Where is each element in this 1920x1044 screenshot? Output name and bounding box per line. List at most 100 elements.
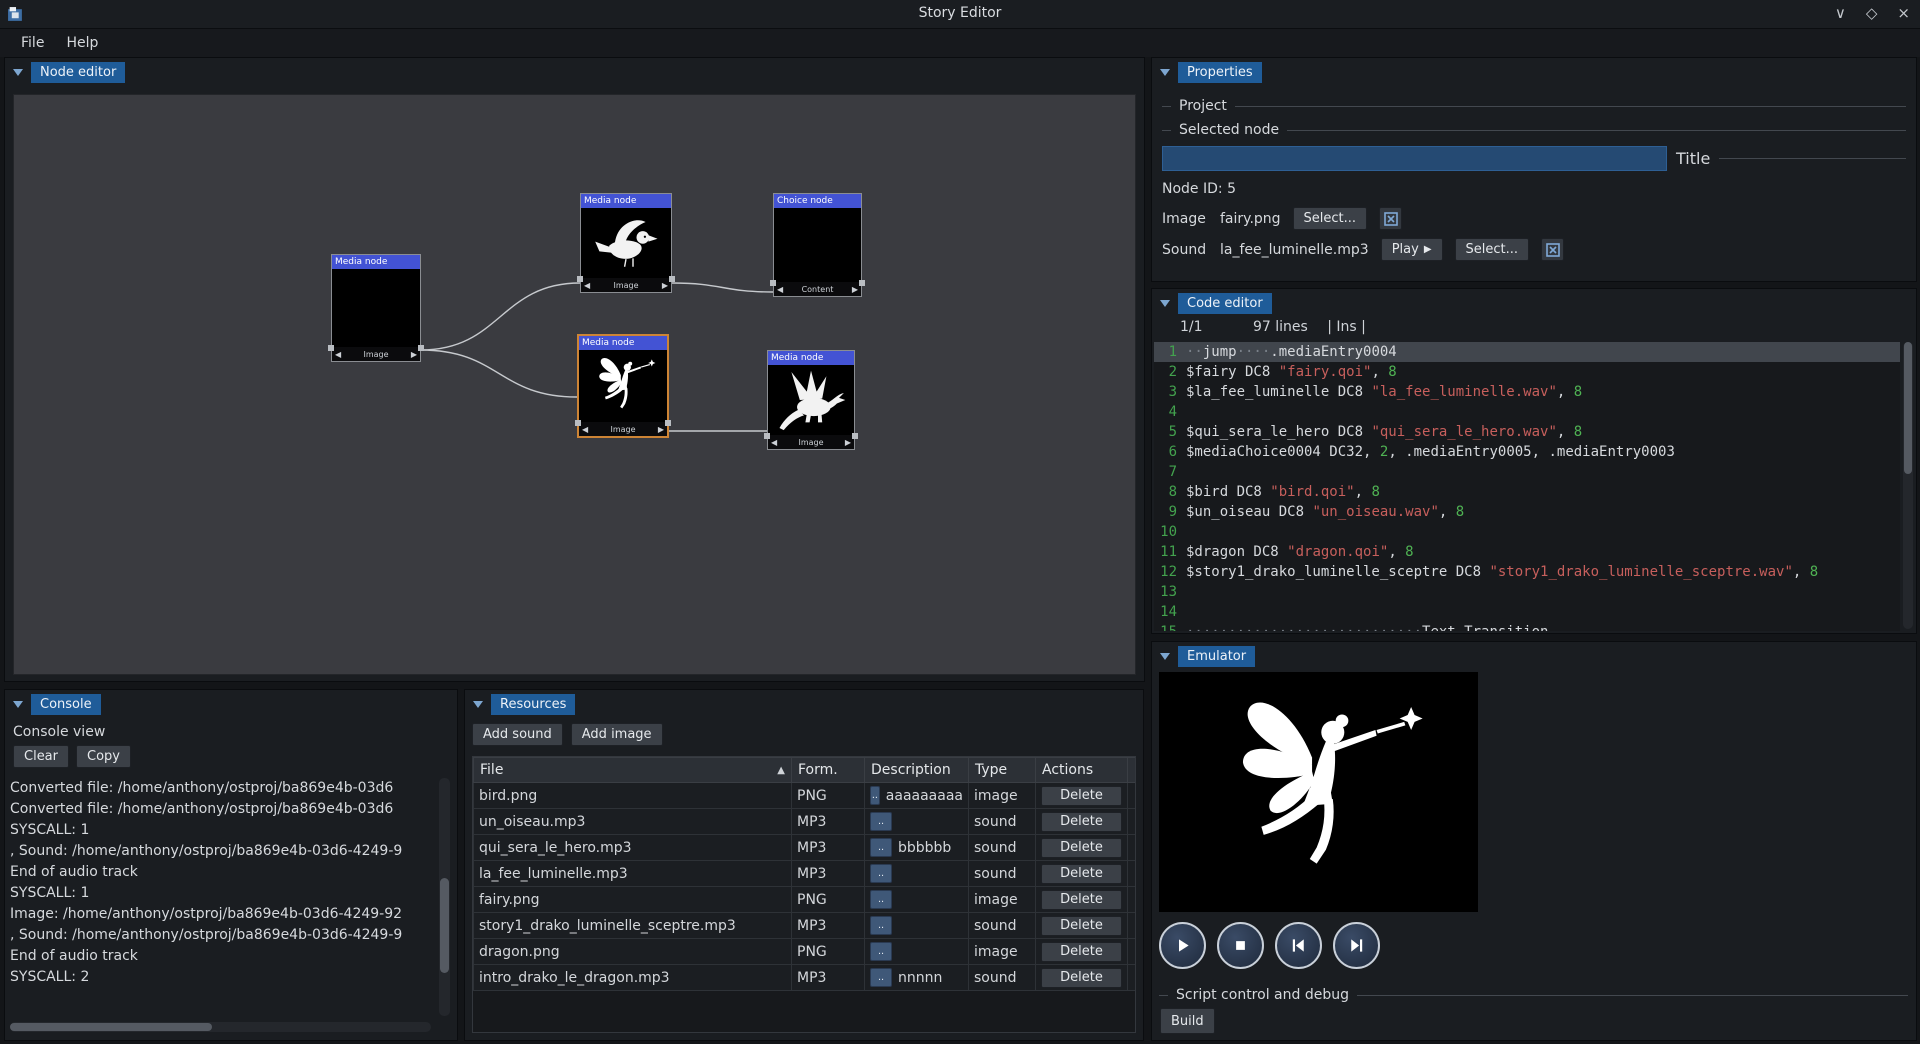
edit-description-button[interactable]: ..	[870, 942, 892, 961]
console-hscrollbar[interactable]	[10, 1022, 431, 1032]
code-line[interactable]: 5$qui_sera_le_hero DC8 "qui_sera_le_hero…	[1154, 422, 1900, 442]
output-pin[interactable]	[852, 433, 858, 439]
skip-back-button[interactable]	[1275, 922, 1322, 969]
add-image-button[interactable]: Add image	[571, 723, 663, 746]
graph-node[interactable]: Media node◀Image▶	[577, 334, 669, 438]
delete-button[interactable]: Delete	[1041, 838, 1122, 858]
collapse-icon[interactable]	[1160, 300, 1170, 307]
add-sound-button[interactable]: Add sound	[472, 723, 563, 746]
input-pin[interactable]	[770, 280, 776, 286]
table-row[interactable]: bird.pngPNG..aaaaaaaaaimageDelete	[474, 783, 1137, 809]
code-lines[interactable]: 1··jump····.mediaEntry00042$fairy DC8 "f…	[1154, 342, 1900, 631]
maximize-icon[interactable]: ◇	[1866, 4, 1878, 22]
table-row[interactable]: story1_drako_luminelle_sceptre.mp3MP3..s…	[474, 913, 1137, 939]
collapse-icon[interactable]	[13, 701, 23, 708]
play-button[interactable]	[1159, 922, 1206, 969]
scrollbar-thumb[interactable]	[1904, 342, 1912, 474]
output-pin[interactable]	[418, 345, 424, 351]
code-line[interactable]: 8$bird DC8 "bird.qoi", 8	[1154, 482, 1900, 502]
stop-button[interactable]	[1217, 922, 1264, 969]
column-header-description[interactable]: Description	[865, 758, 969, 783]
code-vscrollbar[interactable]	[1903, 342, 1913, 629]
table-row[interactable]: fairy.pngPNG..imageDelete	[474, 887, 1137, 913]
input-pin[interactable]	[575, 420, 581, 426]
code-line[interactable]: 15····························Text Trans…	[1154, 622, 1900, 631]
column-header-format[interactable]: Form.	[792, 758, 865, 783]
delete-button[interactable]: Delete	[1041, 812, 1122, 832]
collapse-icon[interactable]	[1160, 653, 1170, 660]
table-row[interactable]: la_fee_luminelle.mp3MP3..soundDelete	[474, 861, 1137, 887]
scrollbar-thumb[interactable]	[440, 878, 449, 973]
clear-button[interactable]: Clear	[13, 745, 69, 768]
delete-button[interactable]: Delete	[1041, 864, 1122, 884]
close-icon[interactable]: ×	[1897, 4, 1910, 22]
edit-description-button[interactable]: ..	[870, 838, 892, 857]
collapse-icon[interactable]	[13, 69, 23, 76]
title-input[interactable]	[1162, 146, 1667, 171]
code-line[interactable]: 9$un_oiseau DC8 "un_oiseau.wav", 8	[1154, 502, 1900, 522]
menu-file[interactable]: File	[10, 32, 55, 54]
code-line[interactable]: 1··jump····.mediaEntry0004	[1154, 342, 1900, 362]
table-row[interactable]: un_oiseau.mp3MP3..soundDelete	[474, 809, 1137, 835]
input-pin[interactable]	[328, 345, 334, 351]
table-row[interactable]: qui_sera_le_hero.mp3MP3..bbbbbbsoundDele…	[474, 835, 1137, 861]
input-pin[interactable]	[577, 276, 583, 282]
next-icon[interactable]: ▶	[852, 285, 858, 294]
input-pin[interactable]	[764, 433, 770, 439]
next-icon[interactable]: ▶	[845, 438, 851, 447]
scrollbar-thumb[interactable]	[10, 1023, 212, 1031]
output-pin[interactable]	[859, 280, 865, 286]
graph-node[interactable]: Media node◀Image▶	[767, 350, 855, 450]
delete-button[interactable]: Delete	[1041, 942, 1122, 962]
node-canvas[interactable]: Media node◀Image▶ Media node◀Image▶ Choice…	[13, 94, 1136, 675]
graph-node[interactable]: Media node◀Image▶	[580, 193, 672, 293]
prev-icon[interactable]: ◀	[584, 281, 590, 290]
code-line[interactable]: 2$fairy DC8 "fairy.qoi", 8	[1154, 362, 1900, 382]
code-line[interactable]: 7	[1154, 462, 1900, 482]
build-button[interactable]: Build	[1160, 1008, 1215, 1034]
table-row[interactable]: dragon.pngPNG..imageDelete	[474, 939, 1137, 965]
menu-help[interactable]: Help	[55, 32, 109, 54]
code-line[interactable]: 4	[1154, 402, 1900, 422]
code-line[interactable]: 3$la_fee_luminelle DC8 "la_fee_luminelle…	[1154, 382, 1900, 402]
prev-icon[interactable]: ◀	[771, 438, 777, 447]
delete-button[interactable]: Delete	[1041, 890, 1122, 910]
edit-description-button[interactable]: ..	[870, 890, 892, 909]
sound-select-button[interactable]: Select...	[1455, 238, 1530, 261]
column-header-actions[interactable]: Actions	[1036, 758, 1128, 783]
graph-node[interactable]: Choice node◀Content▶	[773, 193, 862, 297]
image-select-button[interactable]: Select...	[1293, 207, 1368, 230]
column-header-type[interactable]: Type	[969, 758, 1036, 783]
code-line[interactable]: 13	[1154, 582, 1900, 602]
collapse-icon[interactable]	[473, 701, 483, 708]
code-line[interactable]: 10	[1154, 522, 1900, 542]
delete-button[interactable]: Delete	[1041, 916, 1122, 936]
output-pin[interactable]	[665, 420, 671, 426]
edit-description-button[interactable]: ..	[870, 786, 880, 805]
skip-forward-button[interactable]	[1333, 922, 1380, 969]
graph-node[interactable]: Media node◀Image▶	[331, 254, 421, 362]
sound-clear-button[interactable]	[1541, 238, 1564, 261]
minimize-icon[interactable]: ∨	[1835, 4, 1846, 22]
next-icon[interactable]: ▶	[662, 281, 668, 290]
output-pin[interactable]	[669, 276, 675, 282]
prev-icon[interactable]: ◀	[582, 425, 588, 434]
code-line[interactable]: 6$mediaChoice0004 DC32, 2, .mediaEntry00…	[1154, 442, 1900, 462]
delete-button[interactable]: Delete	[1041, 786, 1122, 806]
code-line[interactable]: 12$story1_drako_luminelle_sceptre DC8 "s…	[1154, 562, 1900, 582]
prev-icon[interactable]: ◀	[777, 285, 783, 294]
sound-play-button[interactable]: Play ▶	[1381, 238, 1443, 261]
prev-icon[interactable]: ◀	[335, 350, 341, 359]
column-header-file[interactable]: File ▲	[474, 758, 792, 783]
image-clear-button[interactable]	[1379, 207, 1402, 230]
next-icon[interactable]: ▶	[411, 350, 417, 359]
code-line[interactable]: 11$dragon DC8 "dragon.qoi", 8	[1154, 542, 1900, 562]
edit-description-button[interactable]: ..	[870, 968, 892, 987]
delete-button[interactable]: Delete	[1041, 968, 1122, 988]
console-vscrollbar[interactable]	[439, 778, 450, 1016]
edit-description-button[interactable]: ..	[870, 864, 892, 883]
next-icon[interactable]: ▶	[658, 425, 664, 434]
code-line[interactable]: 14	[1154, 602, 1900, 622]
edit-description-button[interactable]: ..	[870, 812, 892, 831]
copy-button[interactable]: Copy	[76, 745, 131, 768]
